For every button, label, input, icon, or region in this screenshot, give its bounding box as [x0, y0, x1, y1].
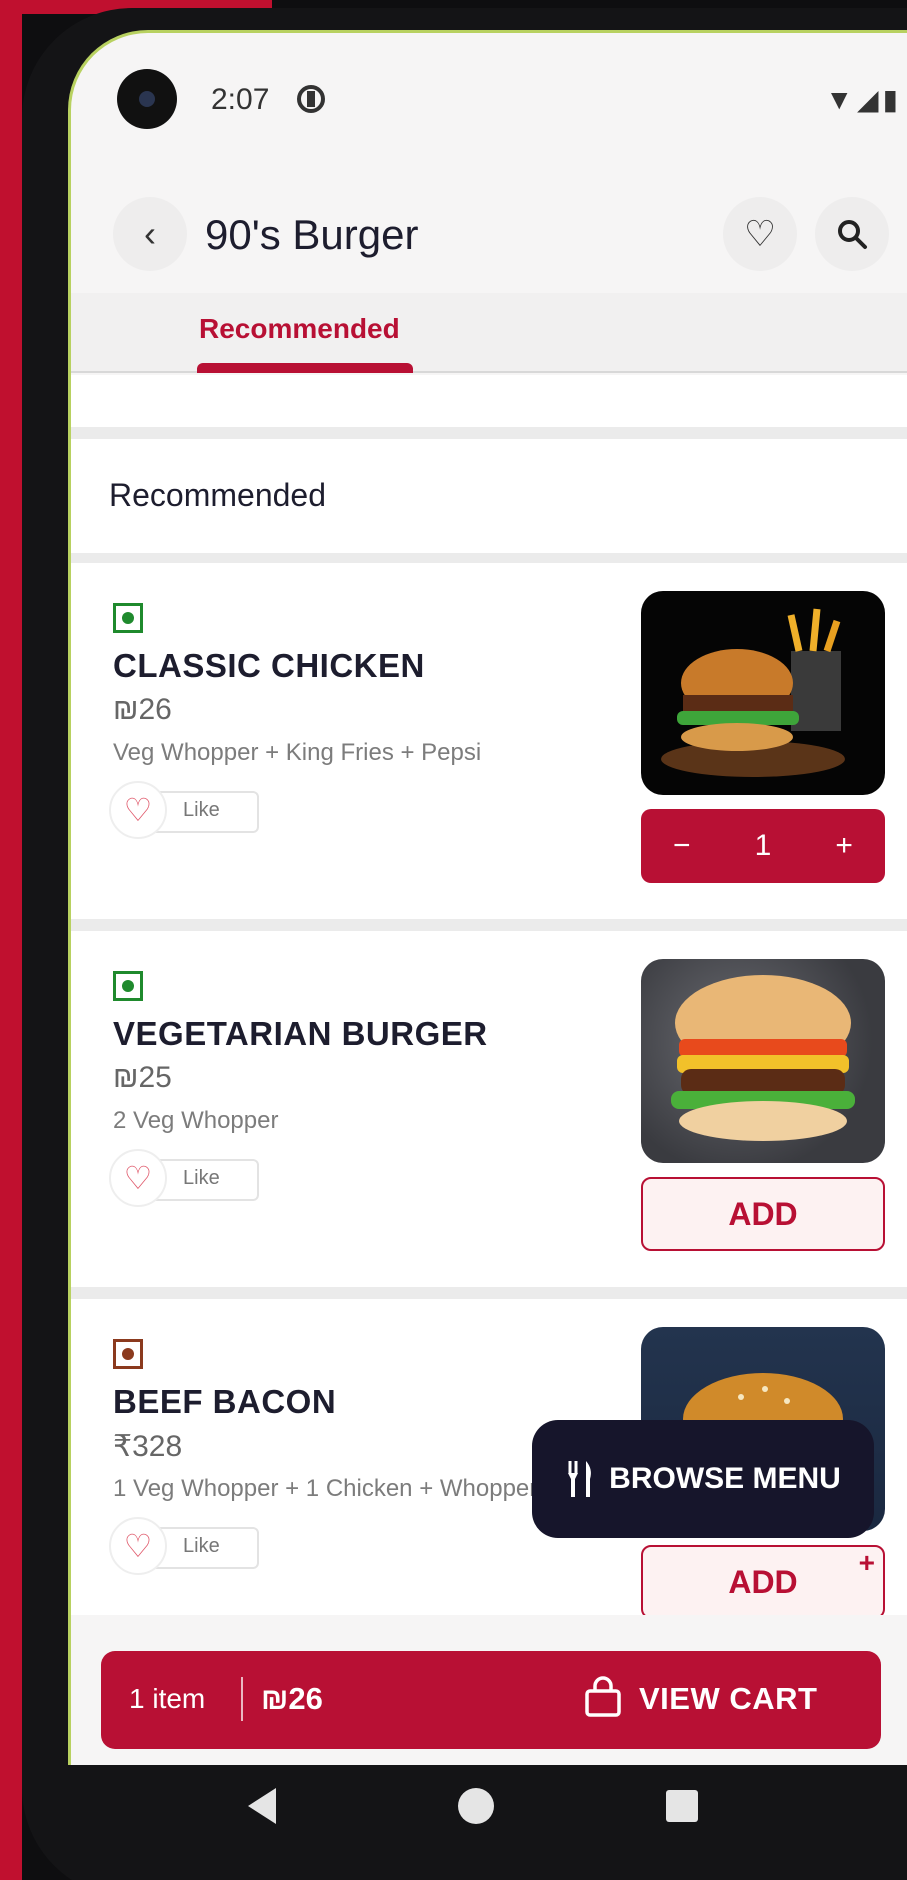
- background-edge: [0, 0, 22, 1880]
- cart-divider: [241, 1677, 243, 1721]
- item-name: BEEF BACON: [113, 1383, 337, 1420]
- chevron-left-icon: ‹: [144, 213, 156, 254]
- page-title: 90's Burger: [205, 211, 419, 258]
- item-price: ₹328: [113, 1430, 183, 1463]
- heart-icon: ♡: [109, 1149, 167, 1207]
- item-name: CLASSIC CHICKEN: [113, 647, 425, 684]
- camera-cutout: [117, 69, 177, 129]
- nonveg-indicator-icon: [113, 1339, 143, 1369]
- item-price: ₪25: [113, 1061, 172, 1094]
- content-top-strip: [71, 375, 907, 427]
- browse-menu-button[interactable]: BROWSE MENU: [532, 1420, 874, 1538]
- section-title: Recommended: [109, 477, 326, 513]
- status-bar: 2:07 ▼◢▮: [71, 33, 907, 163]
- add-label: ADD: [728, 1563, 798, 1600]
- like-button[interactable]: Like ♡: [109, 781, 269, 839]
- add-button[interactable]: ADD +: [641, 1545, 885, 1615]
- heart-icon: ♡: [743, 213, 777, 254]
- back-button[interactable]: ‹: [113, 197, 187, 271]
- tab-recommended[interactable]: Recommended: [199, 313, 400, 345]
- app-header: ‹ 90's Burger ♡: [71, 163, 907, 293]
- item-price: ₪26: [113, 693, 172, 726]
- data-saver-icon: [297, 85, 325, 113]
- cart-item-count: 1 item: [129, 1683, 206, 1714]
- favorite-button[interactable]: ♡: [723, 197, 797, 271]
- heart-icon: ♡: [109, 781, 167, 839]
- item-description: 2 Veg Whopper: [113, 1107, 279, 1134]
- item-description: Veg Whopper + King Fries + Pepsi: [113, 739, 482, 766]
- nav-recents-icon[interactable]: [666, 1790, 698, 1822]
- view-cart-bar[interactable]: 1 item ₪26 VIEW CART: [101, 1651, 881, 1749]
- search-icon: [838, 220, 867, 249]
- category-tab-bar: Recommended: [71, 293, 907, 373]
- like-label: Like: [183, 799, 220, 821]
- item-description: 1 Veg Whopper + 1 Chicken + Whopper: [113, 1475, 538, 1502]
- like-button[interactable]: Like ♡: [109, 1149, 269, 1207]
- increment-button[interactable]: +: [835, 829, 853, 863]
- fork-knife-icon: [568, 1461, 592, 1497]
- quantity-value: 1: [754, 829, 772, 862]
- section-header: Recommended: [71, 439, 907, 553]
- item-name: VEGETARIAN BURGER: [113, 1015, 488, 1052]
- add-button[interactable]: ADD: [641, 1177, 885, 1251]
- like-label: Like: [183, 1535, 220, 1557]
- status-time: 2:07: [211, 83, 270, 116]
- shopping-bag-icon: [585, 1676, 621, 1717]
- like-label: Like: [183, 1167, 220, 1189]
- nav-back-icon[interactable]: [248, 1788, 276, 1824]
- heart-icon: ♡: [109, 1517, 167, 1575]
- plus-icon: +: [858, 1547, 875, 1578]
- system-nav-bar: [68, 1760, 907, 1880]
- menu-item-card: VEGETARIAN BURGER ₪25 2 Veg Whopper Like…: [71, 931, 907, 1287]
- decrement-button[interactable]: −: [673, 829, 691, 863]
- search-button[interactable]: [815, 197, 889, 271]
- browse-menu-label: BROWSE MENU: [609, 1462, 841, 1495]
- burger-image: [641, 959, 885, 1163]
- phone-frame: 2:07 ▼◢▮ ‹ 90's Burger ♡ Recommended Rec…: [22, 8, 907, 1880]
- burger-fries-image: [641, 591, 885, 795]
- tab-active-indicator: [197, 363, 413, 373]
- add-label: ADD: [728, 1195, 798, 1232]
- quantity-stepper[interactable]: − 1 +: [641, 809, 885, 883]
- system-icons: ▼◢▮: [825, 84, 902, 115]
- like-button[interactable]: Like ♡: [109, 1517, 269, 1575]
- cart-footer: 1 item ₪26 VIEW CART: [71, 1615, 907, 1765]
- cart-total: ₪26: [261, 1681, 323, 1716]
- veg-indicator-icon: [113, 603, 143, 633]
- view-cart-label: VIEW CART: [639, 1681, 818, 1716]
- nav-home-icon[interactable]: [458, 1788, 494, 1824]
- veg-indicator-icon: [113, 971, 143, 1001]
- menu-item-card: CLASSIC CHICKEN ₪26 Veg Whopper + King F…: [71, 563, 907, 919]
